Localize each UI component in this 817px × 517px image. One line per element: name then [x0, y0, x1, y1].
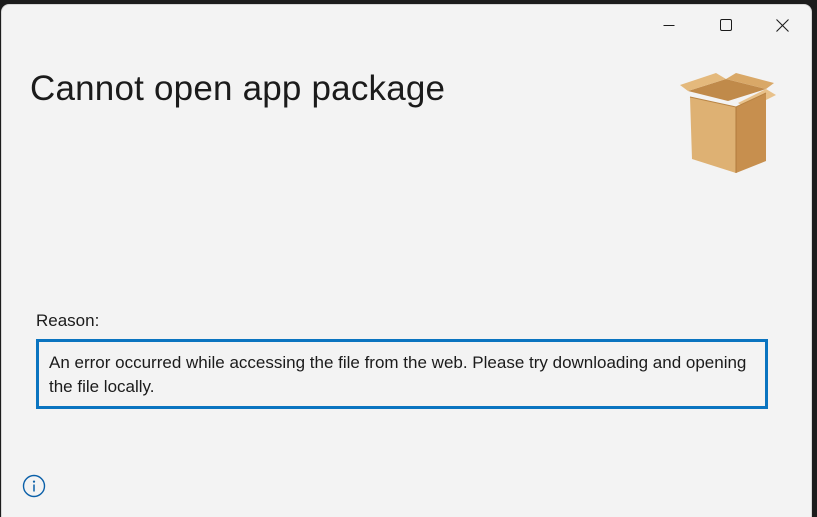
app-installer-window: Cannot open app package Reason: An error… — [1, 4, 812, 517]
minimize-icon — [663, 25, 674, 26]
maximize-button[interactable] — [697, 5, 754, 45]
info-button[interactable] — [22, 474, 46, 498]
reason-label: Reason: — [36, 311, 100, 330]
page-title: Cannot open app package — [30, 69, 446, 108]
reason-message-box[interactable]: An error occurred while accessing the fi… — [36, 339, 768, 409]
close-icon — [776, 18, 789, 32]
package-box-icon — [680, 73, 776, 173]
maximize-icon — [719, 19, 732, 31]
minimize-button[interactable] — [640, 5, 697, 45]
window-caption-buttons — [640, 5, 811, 45]
info-icon — [22, 474, 46, 498]
reason-message-text: An error occurred while accessing the fi… — [49, 353, 747, 396]
close-button[interactable] — [754, 5, 811, 45]
